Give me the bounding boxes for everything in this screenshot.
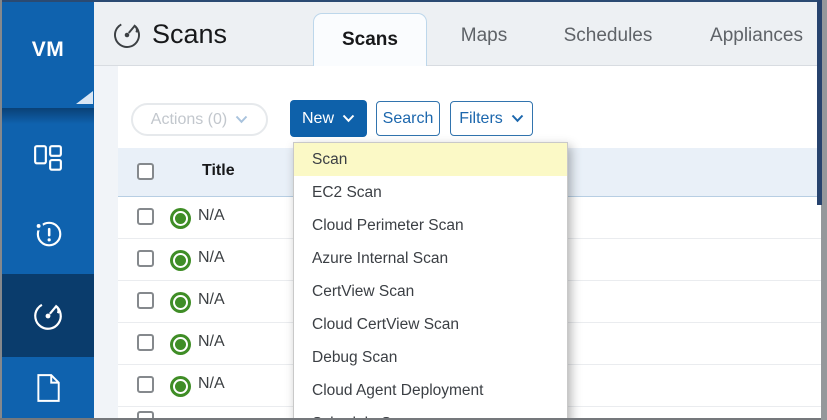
- app-window: VM Scans Scans Maps Schedules Appliances…: [0, 0, 827, 420]
- menu-item-azure-internal-scan[interactable]: Azure Internal Scan: [294, 242, 567, 275]
- status-finished-icon: [175, 297, 186, 308]
- scan-title: N/A: [198, 291, 225, 308]
- actions-button-label: Actions (0): [150, 110, 228, 128]
- window-border-left: [0, 0, 2, 420]
- product-badge-label: VM: [31, 38, 65, 61]
- actions-dropdown-button[interactable]: Actions (0): [131, 103, 268, 136]
- dashboard-icon: [33, 144, 63, 174]
- window-border-top: [0, 0, 827, 2]
- status-finished-icon: [175, 255, 186, 266]
- tab-maps[interactable]: Maps: [439, 16, 529, 56]
- tab-scans[interactable]: Scans: [313, 13, 427, 67]
- new-menu: Scan EC2 Scan Cloud Perimeter Scan Azure…: [293, 142, 568, 420]
- sidebar-item-reports[interactable]: [2, 358, 94, 418]
- product-badge[interactable]: VM: [2, 2, 94, 108]
- alert-circle-icon: [32, 217, 64, 249]
- select-all-checkbox[interactable]: [137, 163, 154, 180]
- sidebar-item-scans[interactable]: [2, 274, 94, 357]
- page-header: Scans Scans Maps Schedules Appliances: [94, 2, 821, 67]
- menu-item-scan[interactable]: Scan: [294, 143, 567, 176]
- menu-item-debug-scan[interactable]: Debug Scan: [294, 341, 567, 374]
- status-finished-icon: [175, 213, 186, 224]
- column-header-title[interactable]: Title: [202, 162, 235, 180]
- search-button-label: Search: [382, 109, 434, 127]
- sidebar-item-dashboard[interactable]: [2, 126, 94, 192]
- sidebar: VM: [2, 2, 94, 418]
- menu-item-cloud-agent-deployment[interactable]: Cloud Agent Deployment: [294, 374, 567, 407]
- row-checkbox[interactable]: [137, 376, 154, 393]
- row-checkbox[interactable]: [137, 334, 154, 351]
- menu-item-certview-scan[interactable]: CertView Scan: [294, 275, 567, 308]
- document-icon: [33, 373, 63, 403]
- filters-dropdown-button[interactable]: Filters: [450, 101, 533, 136]
- scan-title: N/A: [198, 333, 225, 350]
- radar-gauge-icon: [31, 299, 65, 333]
- menu-item-ec2-scan[interactable]: EC2 Scan: [294, 176, 567, 209]
- filters-button-label: Filters: [459, 109, 503, 127]
- tab-appliances[interactable]: Appliances: [674, 16, 827, 56]
- scrollbar-thumb[interactable]: [817, 0, 822, 205]
- vm-tile-shadow: [2, 108, 94, 124]
- row-checkbox[interactable]: [137, 292, 154, 309]
- chevron-down-icon: [235, 115, 248, 124]
- row-checkbox[interactable]: [137, 208, 154, 225]
- new-dropdown-button[interactable]: New: [290, 100, 367, 137]
- scan-title: N/A: [198, 249, 225, 266]
- page-title: Scans: [152, 19, 228, 49]
- status-finished-icon: [175, 339, 186, 350]
- radar-gauge-icon: [111, 19, 143, 56]
- content-left-gutter: [94, 66, 118, 418]
- module-picker-corner-icon[interactable]: [76, 91, 93, 104]
- new-button-label: New: [301, 109, 334, 127]
- scan-title: N/A: [198, 375, 225, 392]
- row-checkbox[interactable]: [137, 250, 154, 267]
- scan-title: N/A: [198, 207, 225, 224]
- menu-item-cloud-perimeter-scan[interactable]: Cloud Perimeter Scan: [294, 209, 567, 242]
- menu-item-cloud-certview-scan[interactable]: Cloud CertView Scan: [294, 308, 567, 341]
- chevron-down-icon: [511, 114, 524, 123]
- status-finished-icon: [175, 381, 186, 392]
- sidebar-item-prioritization[interactable]: [2, 200, 94, 266]
- tab-schedules[interactable]: Schedules: [524, 16, 692, 56]
- search-button[interactable]: Search: [376, 101, 440, 136]
- chevron-down-icon: [342, 114, 355, 123]
- row-checkbox[interactable]: [137, 411, 154, 418]
